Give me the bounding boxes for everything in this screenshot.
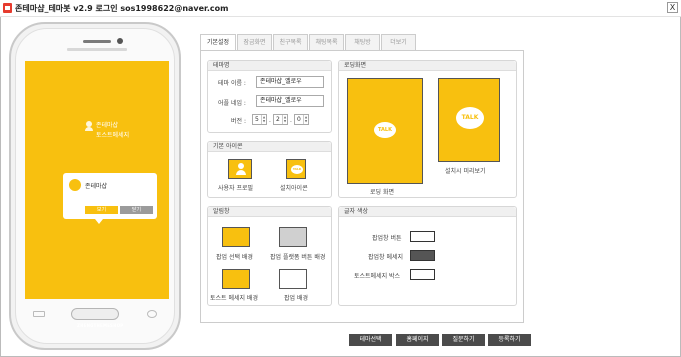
stepper-arrows-icon[interactable]: ▲ ▼	[261, 115, 266, 124]
version-patch: 0	[297, 116, 301, 123]
talk-bubble-icon: TALK	[456, 107, 484, 129]
popup-message-text-label: 팝업창 메세지	[368, 254, 404, 261]
app-icon	[3, 3, 12, 13]
talk-bubble-icon: TALK	[374, 122, 396, 138]
toast-message-bg-label: 토스트 메세지 배경	[210, 295, 258, 302]
popup-button-text-swatch[interactable]	[410, 231, 435, 242]
recent-apps-icon	[33, 311, 45, 317]
loading-screen-preview[interactable]: TALK	[347, 78, 423, 184]
tab-lock-screen[interactable]: 잠금화면	[237, 34, 272, 50]
phone-preview: 존테마샵 토스트메세지 존테마샵 보기 닫기 ZHENGTHEMESHOP	[9, 22, 181, 350]
popup-close-button: 닫기	[120, 206, 153, 214]
install-icon[interactable]: TALK	[286, 159, 306, 179]
version-minor-stepper[interactable]: 2 ▲ ▼	[273, 114, 288, 125]
register-button[interactable]: 등록하기	[488, 334, 531, 346]
version-separator: .	[269, 117, 271, 124]
version-patch-stepper[interactable]: 0 ▲ ▼	[294, 114, 309, 125]
tab-chat-room[interactable]: 채팅방	[345, 34, 380, 50]
tab-friends-list[interactable]: 친구목록	[273, 34, 308, 50]
popup-bg-swatch[interactable]	[279, 269, 307, 289]
tab-more[interactable]: 더보기	[381, 34, 416, 50]
toast-box-text-swatch[interactable]	[410, 269, 435, 280]
install-icon-caption: 설치아이콘	[280, 185, 308, 192]
group-title: 기본 아이콘	[208, 142, 331, 152]
tab-basic-settings[interactable]: 기본설정	[200, 34, 236, 51]
brand-strip	[67, 48, 127, 51]
group-title: 알림창	[208, 207, 331, 217]
theme-name-group: 테마명 테마 이름 : 존테마샵_옐로우 어플 네임 : 존테마샵_옐로우 버전…	[207, 60, 332, 133]
install-preview-caption: 설치시 미리보기	[445, 168, 486, 175]
popup-button-text-label: 팝업창 버튼	[372, 235, 402, 242]
camera-icon	[117, 38, 123, 44]
popup-preview: 존테마샵 보기 닫기	[63, 173, 157, 219]
ask-question-button[interactable]: 질문하기	[442, 334, 485, 346]
screen-status-message: 토스트메세지	[96, 132, 130, 139]
popup-message-text-swatch[interactable]	[410, 250, 435, 261]
tab-chat-list[interactable]: 채팅목록	[309, 34, 344, 50]
version-label: 버전 :	[231, 118, 246, 125]
version-major: 5	[255, 116, 259, 123]
font-color-group: 글자 색상 팝업창 버튼 팝업창 메세지 토스트메세지 박스	[338, 206, 517, 306]
stepper-arrows-icon[interactable]: ▲ ▼	[282, 115, 287, 124]
phone-screen: 존테마샵 토스트메세지 존테마샵 보기 닫기 ZHENGTHEMESHOP	[25, 61, 169, 328]
speaker-icon	[83, 40, 111, 43]
version-minor: 2	[276, 116, 280, 123]
back-icon	[147, 310, 157, 318]
group-title: 글자 색상	[339, 207, 516, 217]
popup-select-bg-swatch[interactable]	[222, 227, 250, 247]
group-title: 테마명	[208, 61, 331, 71]
theme-name-label: 테마 이름 :	[218, 80, 246, 87]
version-separator: .	[290, 117, 292, 124]
profile-icon	[85, 121, 93, 131]
user-profile-caption: 사용자 프로필	[218, 185, 254, 192]
stepper-arrows-icon[interactable]: ▲ ▼	[303, 115, 308, 124]
user-profile-icon[interactable]	[228, 159, 252, 179]
window-title: 존테마샵_테마봇 v2.9 로그인 sos1998622@naver.com	[15, 4, 229, 13]
avatar	[69, 179, 81, 191]
popup-platform-button-bg-label: 팝업 플랫폼 버튼 배경	[270, 254, 326, 261]
close-button[interactable]: X	[667, 2, 678, 13]
group-title: 로딩화면	[339, 61, 516, 71]
screen-profile-name: 존테마샵	[96, 122, 119, 129]
app-name-input[interactable]: 존테마샵_옐로우	[256, 95, 324, 107]
popup-bg-label: 팝업 배경	[284, 295, 308, 302]
home-button-icon	[71, 308, 119, 320]
toast-message-bg-swatch[interactable]	[222, 269, 250, 289]
screen-footer-brand: ZHENGTHEMESHOP	[77, 323, 124, 328]
app-name-label: 어플 네임 :	[218, 100, 246, 107]
popup-name: 존테마샵	[85, 183, 108, 190]
loading-screen-group: 로딩화면 TALK 로딩 화면 TALK 설치시 미리보기	[338, 60, 517, 198]
loading-screen-caption: 로딩 화면	[370, 189, 394, 196]
basic-icon-group: 기본 아이콘 사용자 프로필 TALK 설치아이콘	[207, 141, 332, 198]
popup-tail	[95, 219, 103, 224]
select-theme-button[interactable]: 테마선택	[349, 334, 392, 346]
popup-select-bg-label: 팝업 선택 배경	[216, 254, 253, 261]
popup-view-button: 보기	[85, 206, 118, 214]
talk-bubble-icon: TALK	[291, 165, 303, 174]
version-major-stepper[interactable]: 5 ▲ ▼	[252, 114, 267, 125]
toast-box-text-label: 토스트메세지 박스	[354, 273, 401, 280]
install-preview[interactable]: TALK	[438, 78, 500, 162]
title-bar: 존테마샵_테마봇 v2.9 로그인 sos1998622@naver.com X	[0, 0, 681, 17]
popup-platform-button-bg-swatch[interactable]	[279, 227, 307, 247]
homepage-button[interactable]: 홈페이지	[396, 334, 439, 346]
theme-name-input[interactable]: 존테마샵_옐로우	[256, 76, 324, 88]
alarm-window-group: 알림창 팝업 선택 배경 팝업 플랫폼 버튼 배경 토스트 메세지 배경 팝업 …	[207, 206, 332, 306]
